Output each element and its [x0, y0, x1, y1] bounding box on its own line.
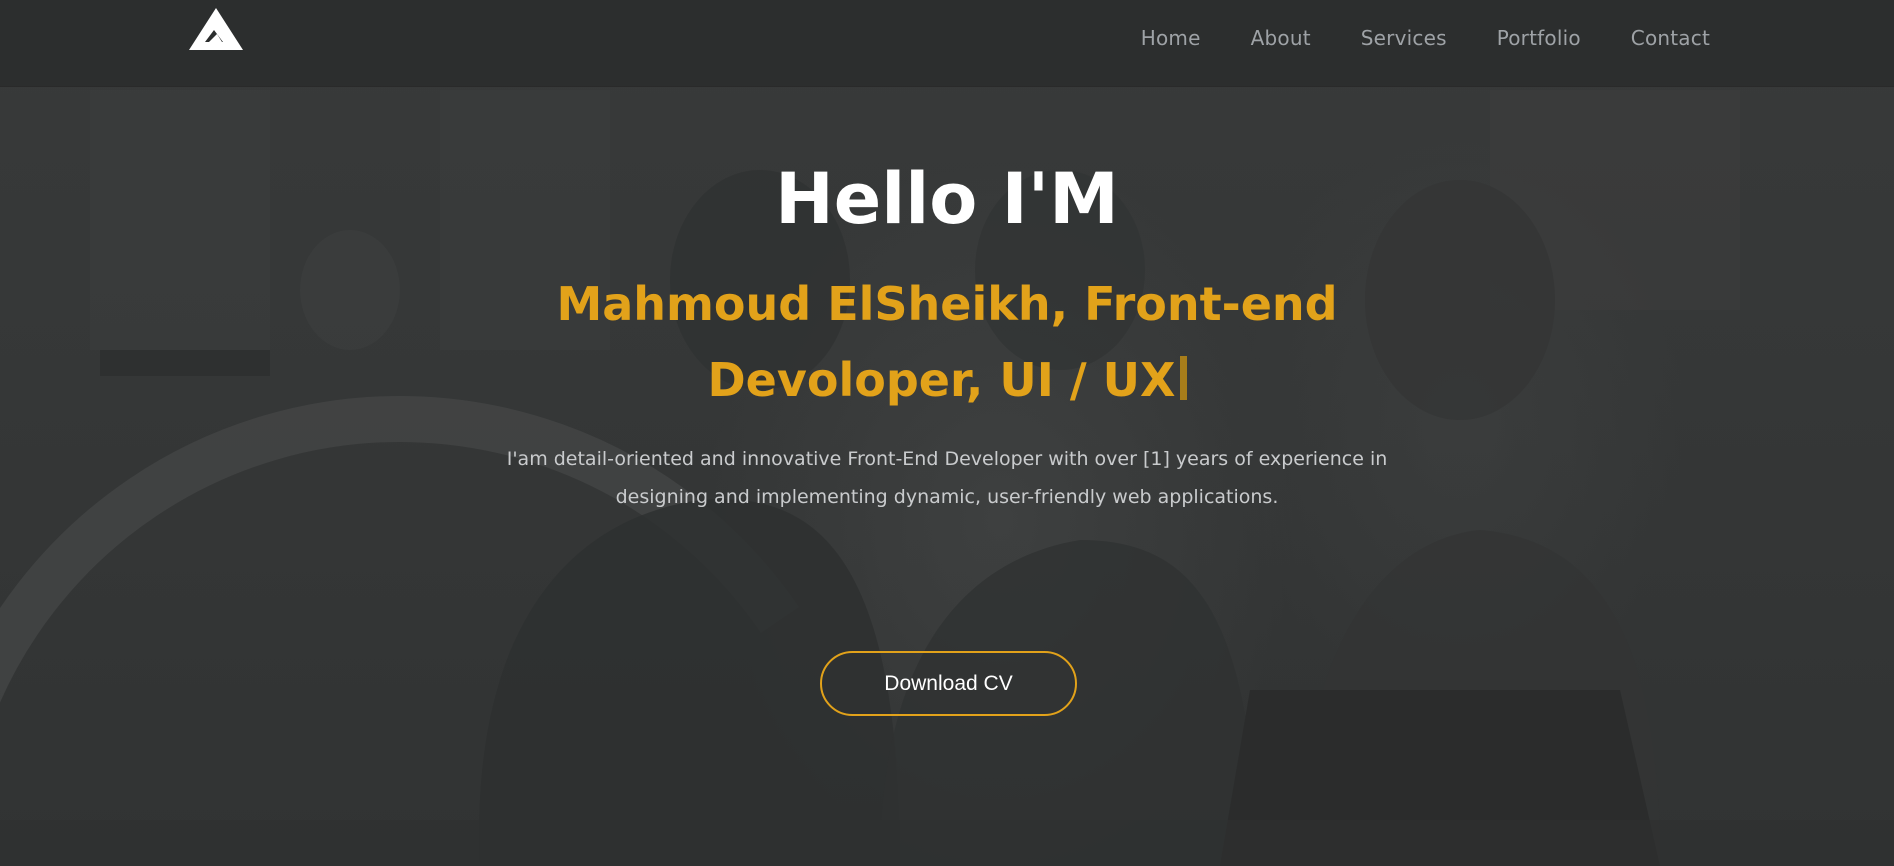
nav-link-home[interactable]: Home — [1141, 26, 1201, 50]
nav-link-portfolio[interactable]: Portfolio — [1497, 26, 1581, 50]
hero-role-text: Mahmoud ElSheikh, Front-end Devoloper, U… — [556, 277, 1338, 407]
nav-link-contact[interactable]: Contact — [1631, 26, 1710, 50]
hero-description: I'am detail-oriented and innovative Fron… — [506, 448, 1388, 508]
hero-role: Mahmoud ElSheikh, Front-end Devoloper, U… — [547, 266, 1347, 418]
navbar: Home About Services Portfolio Contact — [0, 0, 1894, 86]
hero-background-image — [0, 0, 1894, 866]
download-cv-button[interactable]: Download CV — [820, 651, 1077, 716]
hero-greeting: Hello I'M — [775, 158, 1119, 240]
typing-cursor — [1179, 356, 1187, 400]
page: Home About Services Portfolio Contact He… — [0, 0, 1894, 866]
nav-link-services[interactable]: Services — [1361, 26, 1447, 50]
nav-menu: Home About Services Portfolio Contact — [1091, 26, 1710, 50]
nav-link-about[interactable]: About — [1251, 26, 1311, 50]
triangle-logo-icon[interactable] — [189, 8, 243, 50]
